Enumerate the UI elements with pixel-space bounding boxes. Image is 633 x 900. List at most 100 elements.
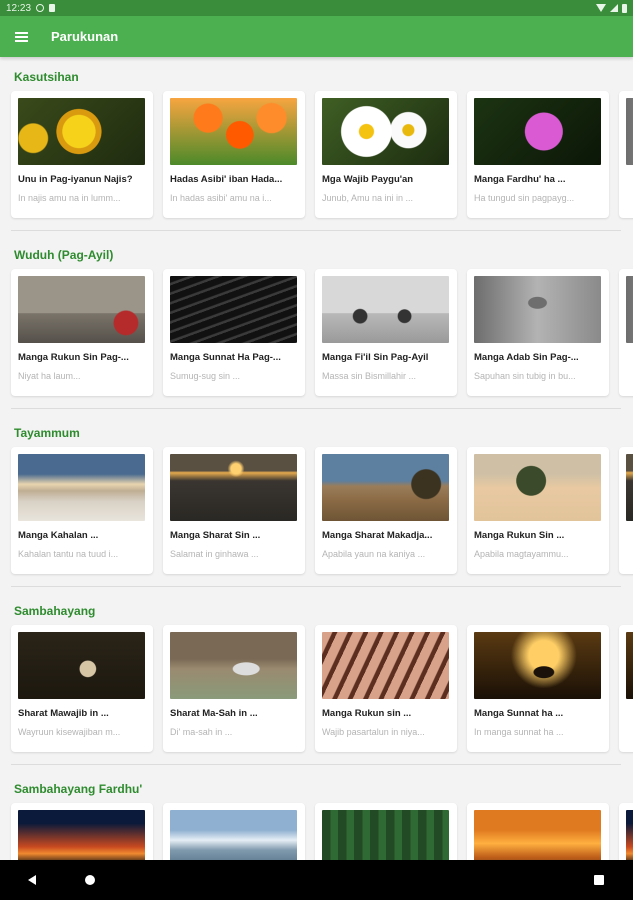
card-row[interactable]: Sharat Mawajib in ... Wayruun kisewajiba… — [11, 625, 633, 752]
card-title: Sharat Ma-Sah in ... — [170, 708, 258, 719]
back-icon[interactable] — [28, 875, 36, 885]
card-image — [322, 810, 449, 860]
card-title: Manga Rukun Sin Pag-... — [18, 352, 129, 363]
card-subtitle: In manga sunnat ha ... — [474, 727, 564, 737]
card-subtitle: Niyat ha laum... — [18, 371, 81, 381]
topic-card[interactable]: Manga Kahalan ... Kahalan tantu na tuud … — [11, 447, 153, 574]
wifi-icon — [596, 4, 606, 12]
card-image — [474, 276, 601, 343]
status-bar: 12:23 — [0, 0, 633, 16]
topic-card-partial[interactable] — [619, 91, 633, 218]
card-image — [322, 98, 449, 165]
card-image — [474, 454, 601, 521]
card-title: Manga Fi'il Sin Pag-Ayil — [322, 352, 429, 363]
section-title: Wuduh (Pag-Ayil) — [14, 248, 114, 262]
card-subtitle: Apabila magtayammu... — [474, 549, 569, 559]
topic-card[interactable]: Manga Sharat Makadja... Apabila yaun na … — [315, 447, 457, 574]
card-title: Unu in Pag-iyanun Najis? — [18, 174, 133, 185]
card-subtitle: Sapuhan sin tubig in bu... — [474, 371, 576, 381]
card-image — [626, 276, 633, 343]
signal-icon — [610, 4, 618, 12]
notification-icon — [36, 4, 45, 12]
card-image — [474, 98, 601, 165]
topic-card[interactable]: Manga Sunnat ha ... In manga sunnat ha .… — [467, 625, 609, 752]
card-row[interactable] — [11, 803, 633, 860]
hamburger-icon — [14, 31, 28, 42]
card-image — [170, 632, 297, 699]
topic-card[interactable]: Manga Rukun sin ... Wajib pasartalun in … — [315, 625, 457, 752]
topic-card-partial[interactable] — [619, 803, 633, 860]
card-title: Hadas Asibi' iban Hada... — [170, 174, 283, 185]
card-subtitle: Sumug-sug sin ... — [170, 371, 241, 381]
topic-card[interactable]: Manga Sharat Sin ... Salamat in ginhawa … — [163, 447, 305, 574]
topic-card-partial[interactable] — [619, 269, 633, 396]
content-scroll[interactable]: Kasutsihan Unu in Pag-iyanun Najis? In n… — [0, 57, 633, 860]
card-subtitle: Di' ma-sah in ... — [170, 727, 233, 737]
card-title: Mga Wajib Paygu'an — [322, 174, 414, 185]
topic-card-partial[interactable] — [619, 447, 633, 574]
card-image — [170, 454, 297, 521]
app-title: Parukunan — [51, 29, 119, 44]
topic-card-partial[interactable] — [619, 625, 633, 752]
topic-card[interactable]: Sharat Mawajib in ... Wayruun kisewajiba… — [11, 625, 153, 752]
topic-card[interactable]: Manga Fardhu' ha ... Ha tungud sin pagpa… — [467, 91, 609, 218]
section-title: Sambahayang Fardhu' — [14, 782, 143, 796]
card-title: Manga Sunnat Ha Pag-... — [170, 352, 281, 363]
card-image — [626, 98, 633, 165]
card-image — [18, 98, 145, 165]
section-divider — [11, 586, 621, 587]
card-row[interactable]: Manga Rukun Sin Pag-... Niyat ha laum...… — [11, 269, 633, 396]
card-title: Manga Rukun Sin ... — [474, 530, 565, 541]
topic-card[interactable]: Manga Rukun Sin Pag-... Niyat ha laum... — [11, 269, 153, 396]
topic-card[interactable]: Unu in Pag-iyanun Najis? In najis amu na… — [11, 91, 153, 218]
card-image — [626, 454, 633, 521]
card-row[interactable]: Unu in Pag-iyanun Najis? In najis amu na… — [11, 91, 633, 218]
menu-button[interactable] — [0, 16, 42, 57]
section-title: Kasutsihan — [14, 70, 79, 84]
topic-card[interactable]: Hadas Asibi' iban Hada... In hadas asibi… — [163, 91, 305, 218]
card-subtitle: Massa sin Bismillahir ... — [322, 371, 417, 381]
topic-card[interactable]: Mga Wajib Paygu'an Junub, Amu na ini in … — [315, 91, 457, 218]
topic-card[interactable]: Manga Fi'il Sin Pag-Ayil Massa sin Bismi… — [315, 269, 457, 396]
card-subtitle: Wajib pasartalun in niya... — [322, 727, 425, 737]
card-image — [474, 632, 601, 699]
card-title: Sharat Mawajib in ... — [18, 708, 109, 719]
card-image — [18, 276, 145, 343]
card-title: Manga Fardhu' ha ... — [474, 174, 566, 185]
card-image — [322, 632, 449, 699]
card-image — [18, 454, 145, 521]
card-row[interactable]: Manga Kahalan ... Kahalan tantu na tuud … — [11, 447, 633, 574]
card-title: Manga Rukun sin ... — [322, 708, 412, 719]
app-bar: Parukunan — [0, 16, 633, 57]
card-title: Manga Sharat Makadja... — [322, 530, 433, 541]
card-subtitle: Kahalan tantu na tuud i... — [18, 549, 119, 559]
status-time: 12:23 — [6, 2, 32, 14]
topic-card[interactable]: Sharat Ma-Sah in ... Di' ma-sah in ... — [163, 625, 305, 752]
card-image — [626, 810, 633, 860]
topic-card[interactable] — [163, 803, 305, 860]
recents-icon[interactable] — [594, 875, 604, 885]
topic-card[interactable]: Manga Adab Sin Pag-... Sapuhan sin tubig… — [467, 269, 609, 396]
topic-card[interactable]: Manga Sunnat Ha Pag-... Sumug-sug sin ..… — [163, 269, 305, 396]
card-title: Manga Sharat Sin ... — [170, 530, 261, 541]
card-subtitle: Ha tungud sin pagpayg... — [474, 193, 575, 203]
card-image — [18, 810, 145, 860]
card-image — [322, 276, 449, 343]
system-nav-bar — [0, 860, 633, 900]
topic-card[interactable]: Manga Rukun Sin ... Apabila magtayammu..… — [467, 447, 609, 574]
card-image — [170, 276, 297, 343]
section-divider — [11, 408, 621, 409]
section-divider — [11, 764, 621, 765]
topic-card[interactable] — [315, 803, 457, 860]
topic-card[interactable] — [467, 803, 609, 860]
home-icon[interactable] — [85, 875, 95, 885]
card-subtitle: Junub, Amu na ini in ... — [322, 193, 414, 203]
section-divider — [11, 230, 621, 231]
card-subtitle: Apabila yaun na kaniya ... — [322, 549, 426, 559]
topic-card[interactable] — [11, 803, 153, 860]
card-title: Manga Kahalan ... — [18, 530, 99, 541]
card-image — [170, 98, 297, 165]
card-title: Manga Sunnat ha ... — [474, 708, 564, 719]
sd-card-icon — [49, 4, 56, 12]
card-image — [474, 810, 601, 860]
